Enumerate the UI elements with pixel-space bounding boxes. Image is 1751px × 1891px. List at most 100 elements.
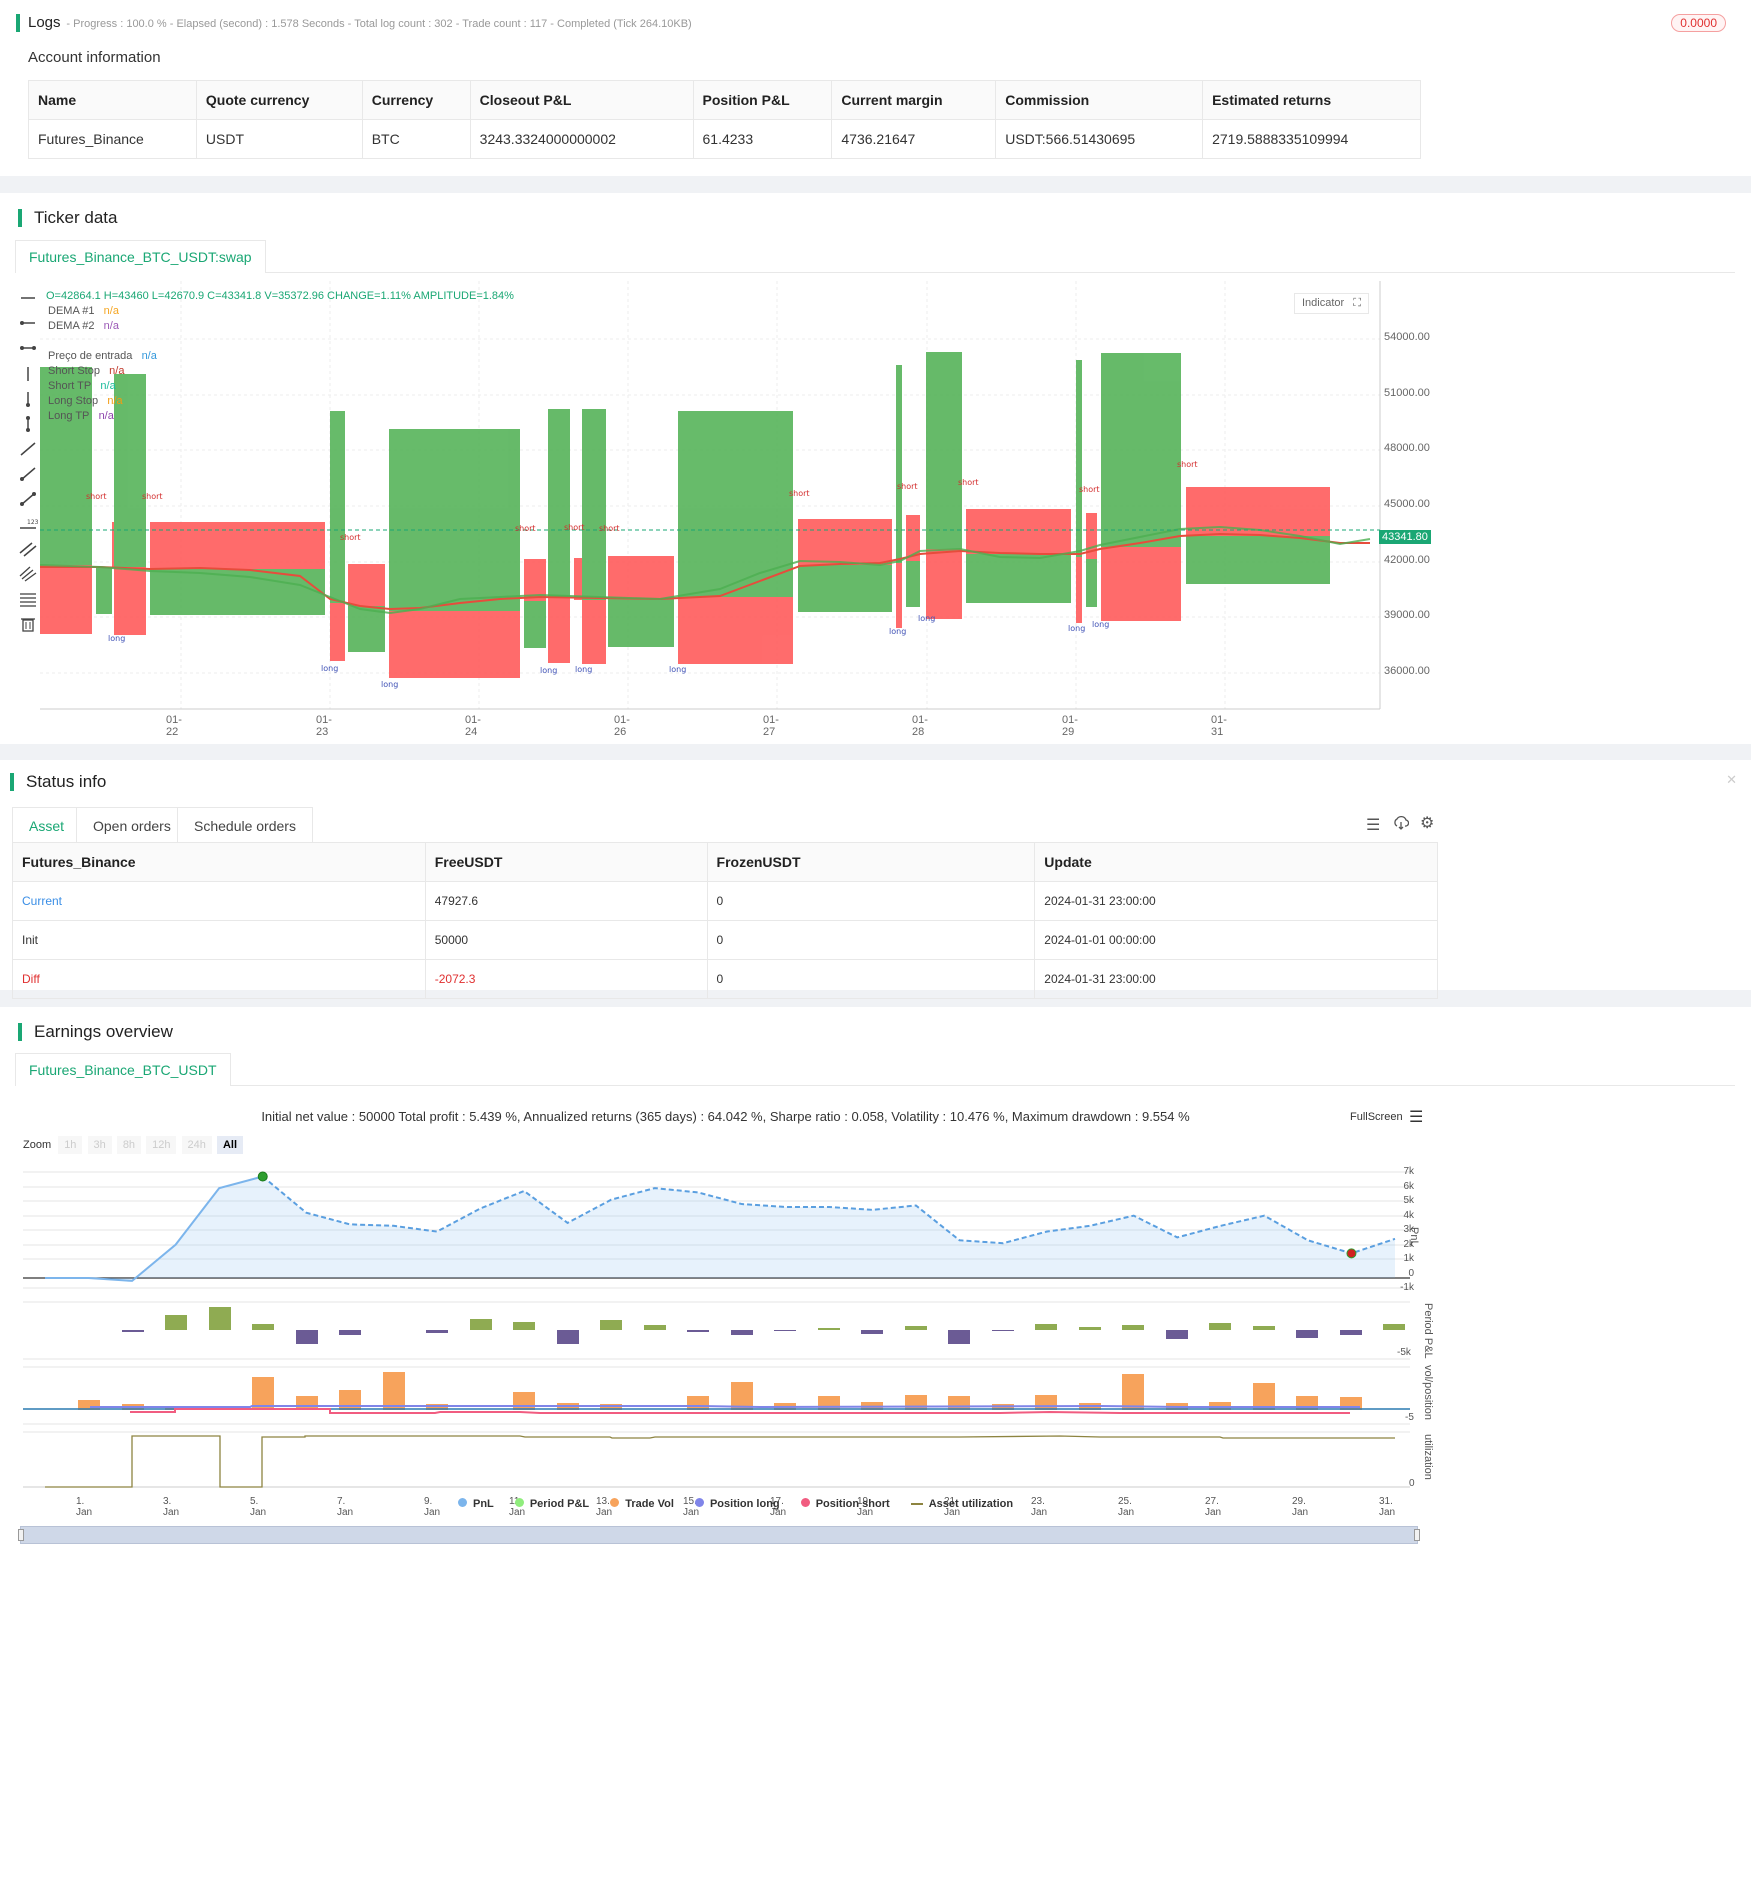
vertical-segment-icon[interactable] bbox=[18, 416, 40, 441]
vertical-line-icon[interactable] bbox=[18, 366, 40, 391]
x-tick: 31. Jan bbox=[1379, 1496, 1396, 1518]
short-marker: short bbox=[86, 492, 107, 501]
zoom-button-all[interactable]: All bbox=[216, 1136, 244, 1154]
performance-summary: Initial net value : 50000 Total profit :… bbox=[261, 1109, 1190, 1124]
pnl-tick: 1k bbox=[1403, 1253, 1414, 1264]
legend-position-short[interactable]: Position short bbox=[800, 1498, 890, 1510]
tab-open-orders[interactable]: Open orders bbox=[76, 807, 188, 843]
navigator[interactable] bbox=[18, 1526, 1420, 1544]
segment-icon[interactable] bbox=[18, 491, 40, 516]
earnings-legend: PnL Period P&L Trade Vol Position long P… bbox=[458, 1498, 1013, 1510]
fullscreen-button[interactable]: FullScreen bbox=[1350, 1111, 1403, 1123]
legend-label: DEMA #1 bbox=[48, 305, 95, 317]
legend-value: n/a bbox=[100, 380, 116, 392]
asset-table: Futures_Binance FreeUSDT FrozenUSDT Upda… bbox=[12, 842, 1438, 999]
short-marker: short bbox=[515, 524, 536, 533]
stop-zone bbox=[330, 603, 345, 661]
price-tick: 42000.00 bbox=[1384, 554, 1430, 566]
indicator-button[interactable]: Indicator ⛶ bbox=[1294, 293, 1369, 314]
zoom-button-3h[interactable]: 3h bbox=[87, 1136, 112, 1154]
x-tick: 1. Jan bbox=[76, 1496, 93, 1518]
long-marker: long bbox=[575, 665, 592, 674]
date-tick: 01-31 bbox=[1211, 714, 1227, 738]
long-marker: long bbox=[381, 680, 398, 689]
x-tick: 7. Jan bbox=[337, 1496, 354, 1518]
account-header: Quote currency bbox=[195, 80, 363, 120]
trade-vol-bar bbox=[296, 1396, 318, 1410]
navigator-handle-left[interactable] bbox=[18, 1529, 24, 1541]
tp-zone bbox=[608, 599, 674, 647]
legend-label: Preço de entrada bbox=[48, 350, 133, 362]
legend-period-pnl[interactable]: Period P&L bbox=[514, 1498, 589, 1510]
price-chart[interactable]: short short short short short short shor… bbox=[40, 281, 1440, 736]
long-marker: long bbox=[669, 665, 686, 674]
legend-pnl[interactable]: PnL bbox=[458, 1498, 494, 1510]
stop-zone bbox=[389, 611, 520, 678]
short-marker: short bbox=[1079, 485, 1100, 494]
legend-dot-icon bbox=[694, 1498, 704, 1507]
earnings-chart[interactable] bbox=[0, 1157, 1451, 1552]
trend-line-icon[interactable] bbox=[18, 441, 40, 466]
tab-earnings-symbol[interactable]: Futures_Binance_BTC_USDT bbox=[15, 1053, 231, 1086]
settings-gear-icon[interactable]: ⚙ bbox=[1420, 813, 1434, 833]
legend-trade-vol[interactable]: Trade Vol bbox=[610, 1498, 674, 1510]
drawing-toolbar: 123 bbox=[18, 291, 40, 641]
menu-icon[interactable]: ☰ bbox=[1409, 1107, 1423, 1127]
ticker-tab-strip bbox=[15, 272, 1735, 273]
stop-zone bbox=[348, 564, 385, 606]
list-icon[interactable]: ☰ bbox=[1366, 815, 1380, 835]
legend-value: n/a bbox=[98, 410, 114, 422]
update-cell: 2024-01-31 23:00:00 bbox=[1034, 881, 1438, 921]
x-tick: 3. Jan bbox=[163, 1496, 180, 1518]
zoom-button-24h[interactable]: 24h bbox=[181, 1136, 212, 1154]
tp-zone bbox=[582, 409, 606, 600]
legend-label: Asset utilization bbox=[928, 1498, 1014, 1510]
zoom-button-1h[interactable]: 1h bbox=[58, 1136, 83, 1154]
zoom-button-8h[interactable]: 8h bbox=[116, 1136, 142, 1154]
tab-schedule-orders[interactable]: Schedule orders bbox=[177, 807, 313, 843]
legend-item-dema1: DEMA #1 n/a bbox=[48, 304, 157, 319]
trash-icon[interactable] bbox=[18, 616, 40, 641]
earnings-tab-strip bbox=[15, 1085, 1735, 1086]
axis-title-utilization: utilization bbox=[1422, 1434, 1434, 1480]
account-header: Currency bbox=[361, 80, 471, 120]
row-name-current[interactable]: Current bbox=[12, 881, 426, 921]
horizontal-line-icon[interactable] bbox=[18, 291, 40, 316]
legend-label: Trade Vol bbox=[625, 1498, 674, 1510]
vertical-arrow-icon[interactable] bbox=[18, 391, 40, 416]
horizontal-segment-icon[interactable] bbox=[18, 341, 40, 366]
legend-asset-utilization[interactable]: Asset utilization bbox=[910, 1498, 1014, 1510]
horizontal-ray-icon[interactable] bbox=[18, 316, 40, 341]
tab-asset[interactable]: Asset bbox=[12, 807, 82, 843]
legend-position-long[interactable]: Position long bbox=[694, 1498, 780, 1510]
max-pnl-marker bbox=[257, 1171, 268, 1182]
date-tick: 01-28 bbox=[912, 714, 928, 738]
tp-zone bbox=[348, 606, 385, 652]
zoom-button-12h[interactable]: 12h bbox=[146, 1136, 177, 1154]
asset-header: Futures_Binance bbox=[12, 842, 426, 882]
period-pnl-bar bbox=[905, 1326, 927, 1330]
stop-zone bbox=[966, 509, 1071, 554]
cloud-download-icon[interactable] bbox=[1393, 815, 1410, 834]
legend-label: DEMA #2 bbox=[48, 320, 95, 332]
pitchfork-icon[interactable] bbox=[18, 566, 40, 591]
trade-vol-bars bbox=[78, 1372, 1362, 1410]
legend-dot-icon bbox=[514, 1498, 524, 1507]
ray-icon[interactable] bbox=[18, 466, 40, 491]
legend-value: n/a bbox=[109, 365, 125, 377]
account-header: Name bbox=[28, 80, 197, 120]
period-pnl-bar bbox=[1340, 1330, 1362, 1335]
fibonacci-icon[interactable] bbox=[18, 591, 40, 616]
navigator-handle-right[interactable] bbox=[1414, 1529, 1420, 1541]
period-pnl-bar bbox=[165, 1315, 187, 1330]
trade-vol-bar bbox=[1340, 1397, 1362, 1410]
tp-zone bbox=[548, 409, 570, 598]
parallel-channel-icon[interactable] bbox=[18, 541, 40, 566]
tab-ticker-symbol[interactable]: Futures_Binance_BTC_USDT:swap bbox=[15, 240, 266, 273]
price-label-icon[interactable]: 123 bbox=[18, 516, 40, 541]
status-title: Status info bbox=[10, 773, 106, 791]
collapse-icon[interactable]: ✕ bbox=[1726, 772, 1737, 788]
stop-zone bbox=[582, 600, 606, 664]
tp-zone bbox=[1186, 536, 1330, 584]
period-pnl-bar bbox=[1383, 1324, 1405, 1330]
